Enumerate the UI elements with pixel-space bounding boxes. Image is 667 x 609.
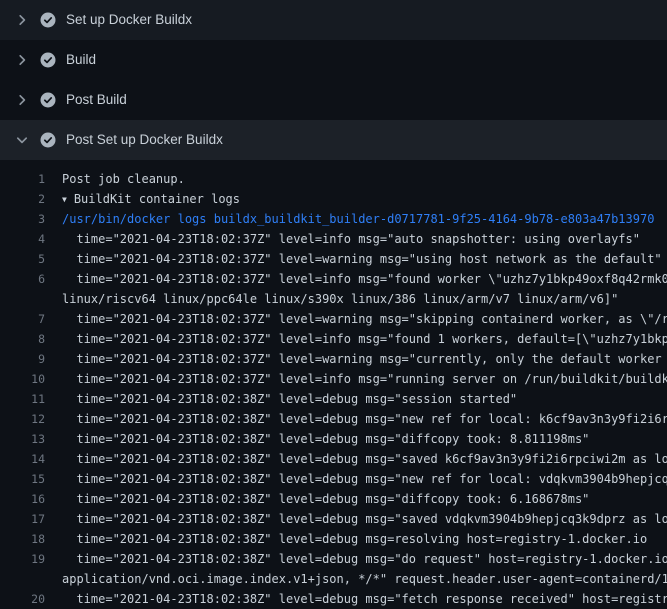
step-header[interactable]: Set up Docker Buildx <box>0 0 667 40</box>
line-number[interactable]: 13 <box>0 429 62 449</box>
line-number[interactable]: 18 <box>0 529 62 549</box>
line-text: time="2021-04-23T18:02:38Z" level=debug … <box>62 509 667 529</box>
log-line: 17 time="2021-04-23T18:02:38Z" level=deb… <box>0 509 667 529</box>
line-text: time="2021-04-23T18:02:38Z" level=debug … <box>62 389 667 409</box>
step-header[interactable]: Build <box>0 40 667 80</box>
log-line: 2 ▼BuildKit container logs <box>0 189 667 209</box>
log-line: 10 time="2021-04-23T18:02:37Z" level=inf… <box>0 369 667 389</box>
log-line: application/vnd.oci.image.index.v1+json,… <box>0 569 667 589</box>
log-line: 1 Post job cleanup. <box>0 169 667 189</box>
line-text: time="2021-04-23T18:02:37Z" level=warnin… <box>62 249 667 269</box>
log-line: 6 time="2021-04-23T18:02:37Z" level=info… <box>0 269 667 289</box>
chevron-right-icon <box>14 92 30 108</box>
group-toggle-icon[interactable]: ▼ <box>62 190 67 209</box>
line-number[interactable]: 12 <box>0 409 62 429</box>
check-circle-icon <box>40 12 56 28</box>
log-line: linux/riscv64 linux/ppc64le linux/s390x … <box>0 289 667 309</box>
chevron-right-icon <box>14 52 30 68</box>
log-line: 4 time="2021-04-23T18:02:37Z" level=info… <box>0 229 667 249</box>
line-text: time="2021-04-23T18:02:38Z" level=debug … <box>62 449 667 469</box>
line-number[interactable]: 2 <box>0 189 62 209</box>
line-text: time="2021-04-23T18:02:37Z" level=warnin… <box>62 309 667 329</box>
line-text: Post job cleanup. <box>62 169 667 189</box>
line-number[interactable]: 14 <box>0 449 62 469</box>
step-header[interactable]: Post Build <box>0 80 667 120</box>
check-circle-icon <box>40 132 56 148</box>
log-line: 20 time="2021-04-23T18:02:38Z" level=deb… <box>0 589 667 609</box>
chevron-down-icon <box>14 132 30 148</box>
log-line: 12 time="2021-04-23T18:02:38Z" level=deb… <box>0 409 667 429</box>
step-label: Post Set up Docker Buildx <box>66 132 223 148</box>
line-text: time="2021-04-23T18:02:37Z" level=info m… <box>62 329 667 349</box>
log-line: 13 time="2021-04-23T18:02:38Z" level=deb… <box>0 429 667 449</box>
line-number[interactable]: 3 <box>0 209 62 229</box>
log-line: 19 time="2021-04-23T18:02:38Z" level=deb… <box>0 549 667 569</box>
line-text: time="2021-04-23T18:02:37Z" level=warnin… <box>62 349 667 369</box>
line-text: time="2021-04-23T18:02:37Z" level=info m… <box>62 369 667 389</box>
line-number[interactable] <box>0 569 62 589</box>
step-list: Set up Docker Buildx Build P <box>0 0 667 160</box>
log-line: 3 /usr/bin/docker logs buildx_buildkit_b… <box>0 209 667 229</box>
line-text: time="2021-04-23T18:02:38Z" level=debug … <box>62 589 667 609</box>
log-line: 14 time="2021-04-23T18:02:38Z" level=deb… <box>0 449 667 469</box>
line-number[interactable]: 20 <box>0 589 62 609</box>
line-text: application/vnd.oci.image.index.v1+json,… <box>62 569 667 589</box>
step-label: Build <box>66 52 96 68</box>
line-number[interactable]: 8 <box>0 329 62 349</box>
line-number[interactable]: 19 <box>0 549 62 569</box>
line-number[interactable]: 5 <box>0 249 62 269</box>
log-line: 7 time="2021-04-23T18:02:37Z" level=warn… <box>0 309 667 329</box>
log-line: 9 time="2021-04-23T18:02:37Z" level=warn… <box>0 349 667 369</box>
line-text: time="2021-04-23T18:02:38Z" level=debug … <box>62 489 667 509</box>
log-line: 16 time="2021-04-23T18:02:38Z" level=deb… <box>0 489 667 509</box>
log-line: 5 time="2021-04-23T18:02:37Z" level=warn… <box>0 249 667 269</box>
log-area: 1 Post job cleanup. 2 ▼BuildKit containe… <box>0 160 667 609</box>
actions-log-viewer: Set up Docker Buildx Build P <box>0 0 667 609</box>
line-number[interactable]: 16 <box>0 489 62 509</box>
step-header[interactable]: Post Set up Docker Buildx <box>0 120 667 160</box>
line-number[interactable] <box>0 289 62 309</box>
chevron-right-icon <box>14 12 30 28</box>
line-number[interactable]: 4 <box>0 229 62 249</box>
line-number[interactable]: 1 <box>0 169 62 189</box>
log-line: 8 time="2021-04-23T18:02:37Z" level=info… <box>0 329 667 349</box>
line-number[interactable]: 10 <box>0 369 62 389</box>
line-number[interactable]: 9 <box>0 349 62 369</box>
line-text[interactable]: ▼BuildKit container logs <box>62 189 667 209</box>
line-number[interactable]: 15 <box>0 469 62 489</box>
line-number[interactable]: 17 <box>0 509 62 529</box>
line-text: time="2021-04-23T18:02:38Z" level=debug … <box>62 409 667 429</box>
step-label: Set up Docker Buildx <box>66 12 192 28</box>
line-text: linux/riscv64 linux/ppc64le linux/s390x … <box>62 289 667 309</box>
line-text: time="2021-04-23T18:02:38Z" level=debug … <box>62 469 667 489</box>
check-circle-icon <box>40 52 56 68</box>
line-text: time="2021-04-23T18:02:38Z" level=debug … <box>62 549 667 569</box>
log-line: 15 time="2021-04-23T18:02:38Z" level=deb… <box>0 469 667 489</box>
line-text: /usr/bin/docker logs buildx_buildkit_bui… <box>62 209 667 229</box>
step-label: Post Build <box>66 92 127 108</box>
line-number[interactable]: 7 <box>0 309 62 329</box>
line-text: time="2021-04-23T18:02:38Z" level=debug … <box>62 529 667 549</box>
log-line: 11 time="2021-04-23T18:02:38Z" level=deb… <box>0 389 667 409</box>
check-circle-icon <box>40 92 56 108</box>
line-text: time="2021-04-23T18:02:37Z" level=info m… <box>62 229 667 249</box>
line-text: time="2021-04-23T18:02:38Z" level=debug … <box>62 429 667 449</box>
line-number[interactable]: 6 <box>0 269 62 289</box>
log-line: 18 time="2021-04-23T18:02:38Z" level=deb… <box>0 529 667 549</box>
line-number[interactable]: 11 <box>0 389 62 409</box>
line-text: time="2021-04-23T18:02:37Z" level=info m… <box>62 269 667 289</box>
